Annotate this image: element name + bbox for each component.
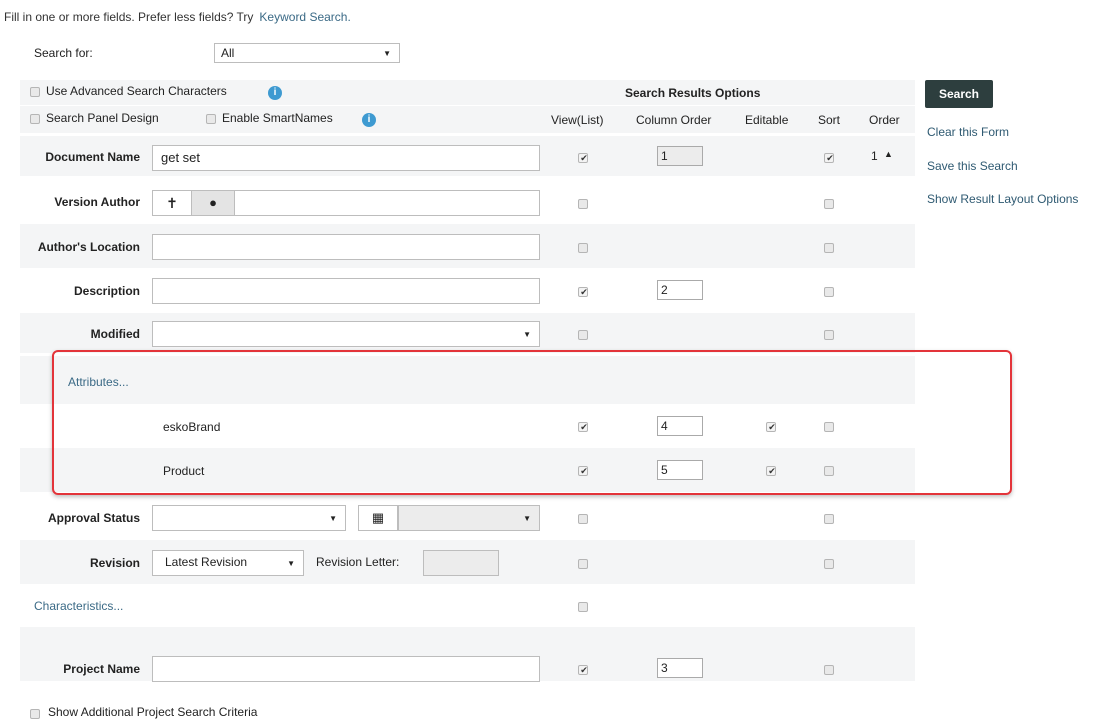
authors-location-input[interactable] <box>152 234 540 260</box>
approval-status-view-checkbox[interactable] <box>578 514 588 524</box>
enable-smartnames-label: Enable SmartNames <box>222 111 333 125</box>
document-name-sort-checkbox[interactable] <box>824 153 835 163</box>
version-author-sort-checkbox[interactable] <box>824 199 834 209</box>
approval-status-select[interactable]: ▼ <box>152 505 346 531</box>
modified-sort-checkbox[interactable] <box>824 330 834 340</box>
info-icon[interactable]: i <box>268 86 282 100</box>
search-for-value: All <box>221 46 235 60</box>
characteristics-toggle[interactable]: Characteristics... <box>34 599 123 613</box>
intro-text: Fill in one or more fields. Prefer less … <box>4 10 351 24</box>
chevron-down-icon: ▼ <box>523 514 531 523</box>
description-input[interactable] <box>152 278 540 304</box>
revision-label: Revision <box>89 556 140 570</box>
advanced-search-checkbox[interactable] <box>30 87 40 97</box>
search-button[interactable]: Search <box>925 80 993 108</box>
version-author-view-checkbox[interactable] <box>578 199 588 209</box>
document-name-column-order[interactable]: 1 <box>657 146 703 166</box>
version-author-field[interactable]: ✝ ● <box>152 190 540 216</box>
column-order-header: Column Order <box>636 113 712 127</box>
save-search-link[interactable]: Save this Search <box>927 159 1018 173</box>
attributes-highlight <box>52 350 1012 495</box>
document-name-view-checkbox[interactable] <box>578 153 589 163</box>
authors-location-sort-checkbox[interactable] <box>824 243 834 253</box>
person-icon[interactable]: ✝ <box>155 193 189 213</box>
project-name-view-checkbox[interactable] <box>578 665 589 675</box>
sort-up-icon[interactable]: ▲ <box>884 149 893 159</box>
intro-message: Fill in one or more fields. Prefer less … <box>4 10 254 24</box>
info-icon[interactable]: i <box>362 113 376 127</box>
clear-form-link[interactable]: Clear this Form <box>927 125 1009 139</box>
show-result-layout-options-link[interactable]: Show Result Layout Options <box>927 192 1078 206</box>
revision-select[interactable]: Latest Revision ▼ <box>152 550 304 576</box>
authors-location-label: Author's Location <box>37 240 140 254</box>
description-column-order[interactable]: 2 <box>657 280 703 300</box>
keyword-search-link[interactable]: Keyword Search. <box>259 10 350 24</box>
user-icon[interactable]: ● <box>191 191 235 215</box>
description-label: Description <box>73 284 140 298</box>
document-name-order: 1 <box>871 149 878 163</box>
calendar-icon[interactable]: ▦ <box>358 505 398 531</box>
characteristics-view-checkbox[interactable] <box>578 602 588 612</box>
view-list-header: View(List) <box>551 113 604 127</box>
project-name-input[interactable] <box>152 656 540 682</box>
document-name-input[interactable]: get set <box>152 145 540 171</box>
approval-status-label: Approval Status <box>47 511 140 525</box>
search-panel-design-label: Search Panel Design <box>46 111 159 125</box>
editable-header: Editable <box>745 113 789 127</box>
revision-letter-label: Revision Letter: <box>316 555 400 569</box>
order-header: Order <box>869 113 900 127</box>
revision-sort-checkbox[interactable] <box>824 559 834 569</box>
description-view-checkbox[interactable] <box>578 287 589 297</box>
search-panel-design-checkbox[interactable] <box>30 114 40 124</box>
version-author-label: Version Author <box>54 195 140 209</box>
search-for-select[interactable]: All ▼ <box>214 43 400 63</box>
approval-status-sort-checkbox[interactable] <box>824 514 834 524</box>
approval-date-select[interactable]: ▼ <box>398 505 540 531</box>
project-name-column-order[interactable]: 3 <box>657 658 703 678</box>
sort-header: Sort <box>818 113 841 127</box>
modified-select[interactable]: ▼ <box>152 321 540 347</box>
search-results-options-title: Search Results Options <box>625 86 761 100</box>
chevron-down-icon: ▼ <box>383 49 391 58</box>
document-name-label: Document Name <box>45 150 140 164</box>
search-for-label: Search for: <box>34 46 93 60</box>
project-name-sort-checkbox[interactable] <box>824 665 834 675</box>
advanced-search-label: Use Advanced Search Characters <box>46 84 227 98</box>
chevron-down-icon: ▼ <box>523 330 531 339</box>
project-name-label: Project Name <box>63 662 140 676</box>
additional-project-criteria-label: Show Additional Project Search Criteria <box>48 705 258 719</box>
enable-smartnames-checkbox[interactable] <box>206 114 216 124</box>
chevron-down-icon: ▼ <box>287 559 295 568</box>
modified-view-checkbox[interactable] <box>578 330 588 340</box>
additional-project-criteria-checkbox[interactable] <box>30 709 40 719</box>
modified-label: Modified <box>90 327 140 341</box>
description-sort-checkbox[interactable] <box>824 287 834 297</box>
revision-value: Latest Revision <box>165 555 248 569</box>
revision-view-checkbox[interactable] <box>578 559 588 569</box>
chevron-down-icon: ▼ <box>329 514 337 523</box>
authors-location-view-checkbox[interactable] <box>578 243 588 253</box>
revision-letter-input[interactable] <box>423 550 499 576</box>
